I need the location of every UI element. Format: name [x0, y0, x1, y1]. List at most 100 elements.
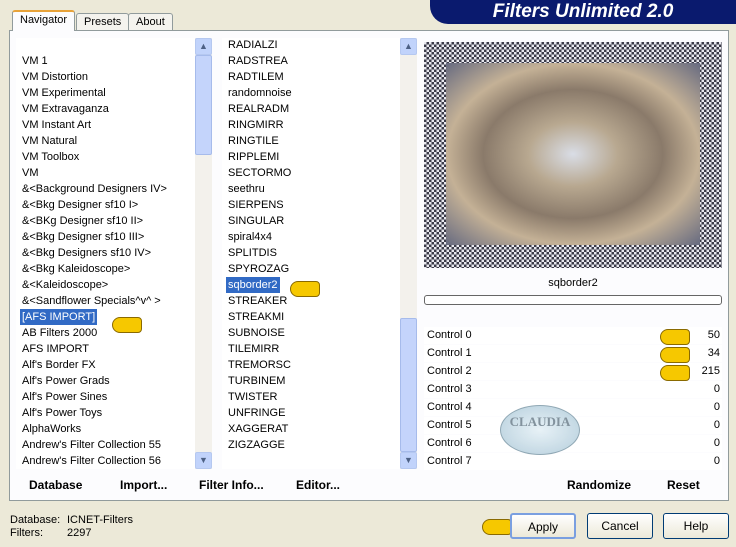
filters-count: 2297	[67, 527, 92, 539]
filter-item[interactable]: XAGGERAT	[228, 421, 288, 437]
category-item[interactable]: VM Toolbox	[22, 149, 79, 165]
watermark-logo: CLAUDIA	[500, 405, 580, 455]
category-item[interactable]: &<Bkg Kaleidoscope>	[22, 261, 130, 277]
randomize-button[interactable]: Randomize	[567, 478, 631, 492]
category-item[interactable]: Andrew's Filter Collection 56	[22, 453, 161, 469]
category-item[interactable]: VM Instant Art	[22, 117, 91, 133]
category-item[interactable]: &<Background Designers IV>	[22, 181, 167, 197]
control-value: 50	[707, 329, 720, 341]
filter-item[interactable]: RINGMIRR	[228, 117, 284, 133]
filter-item[interactable]: TILEMIRR	[228, 341, 279, 357]
tab-presets[interactable]: Presets	[76, 13, 130, 31]
control-value: 0	[713, 437, 720, 449]
control-slider-7[interactable]: Control 7 0	[424, 453, 722, 470]
filter-item[interactable]: ZIGZAGGE	[228, 437, 285, 453]
category-item[interactable]: VM Distortion	[22, 69, 88, 85]
scroll-thumb[interactable]	[400, 318, 417, 452]
filter-info-button[interactable]: Filter Info...	[199, 478, 264, 492]
filter-item[interactable]: sqborder2	[226, 277, 280, 293]
filter-item[interactable]: SPYROZAG	[228, 261, 289, 277]
tab-navigator[interactable]: Navigator	[12, 10, 76, 31]
control-value: 34	[707, 347, 720, 359]
scroll-down-icon[interactable]: ▼	[400, 452, 417, 469]
control-label: Control 2	[427, 365, 472, 377]
filter-item[interactable]: SECTORMO	[228, 165, 291, 181]
filter-item[interactable]: seethru	[228, 181, 265, 197]
category-item[interactable]: VM Experimental	[22, 85, 106, 101]
category-item[interactable]: Alf's Power Toys	[22, 405, 102, 421]
category-item[interactable]: &<Bkg Designer sf10 III>	[22, 229, 144, 245]
control-slider-4[interactable]: Control 4 0	[424, 399, 722, 416]
category-list[interactable]: VM 1 VM Distortion VM Experimental VM Extra…	[16, 38, 212, 469]
pointing-hand-icon	[482, 519, 512, 535]
pointing-hand-icon	[112, 317, 142, 333]
editor-button[interactable]: Editor...	[296, 478, 340, 492]
category-item[interactable]: &<Sandflower Specials^v^ >	[22, 293, 161, 309]
control-value: 0	[713, 419, 720, 431]
category-item[interactable]: VM 1	[22, 53, 48, 69]
category-item[interactable]: AlphaWorks	[22, 421, 81, 437]
category-item[interactable]: &<Kaleidoscope>	[22, 277, 108, 293]
filter-item[interactable]: SINGULAR	[228, 213, 284, 229]
category-item[interactable]: Andrew's Filter Collection 55	[22, 437, 161, 453]
category-item[interactable]: &<BKg Designer sf10 II>	[22, 213, 143, 229]
category-item[interactable]: &<Bkg Designers sf10 IV>	[22, 245, 151, 261]
scroll-thumb[interactable]	[195, 55, 212, 155]
filter-item[interactable]: TWISTER	[228, 389, 278, 405]
filter-item[interactable]: randomnoise	[228, 85, 292, 101]
filter-item[interactable]: RINGTILE	[228, 133, 279, 149]
filter-item[interactable]: RIPPLEMI	[228, 149, 279, 165]
import-button[interactable]: Import...	[120, 478, 167, 492]
category-item[interactable]: VM Natural	[22, 133, 77, 149]
scroll-down-icon[interactable]: ▼	[195, 452, 212, 469]
filter-item[interactable]: UNFRINGE	[228, 405, 285, 421]
category-item[interactable]: [AFS IMPORT]	[20, 309, 98, 325]
filter-item[interactable]: spiral4x4	[228, 229, 272, 245]
control-label: Control 7	[427, 455, 472, 467]
pointing-hand-icon	[660, 329, 690, 345]
filter-item[interactable]: STREAKMI	[228, 309, 284, 325]
scroll-up-icon[interactable]: ▲	[195, 38, 212, 55]
filter-scrollbar[interactable]: ▲ ▼	[400, 38, 417, 469]
filter-list[interactable]: RADIALZI RADSTREA RADTILEM randomnoise REALR…	[222, 38, 417, 469]
control-value: 0	[713, 383, 720, 395]
category-item[interactable]: Alf's Border FX	[22, 357, 96, 373]
help-button[interactable]: Help	[663, 513, 729, 539]
scroll-up-icon[interactable]: ▲	[400, 38, 417, 55]
category-item[interactable]: &<Bkg Designer sf10 I>	[22, 197, 138, 213]
preview-image	[446, 63, 700, 245]
database-label: Database:	[10, 514, 61, 526]
category-item[interactable]: Alf's Power Grads	[22, 373, 110, 389]
filter-item[interactable]: SPLITDIS	[228, 245, 277, 261]
database-button[interactable]: Database	[29, 478, 82, 492]
category-item[interactable]: Alf's Power Sines	[22, 389, 107, 405]
filter-item[interactable]: RADSTREA	[228, 53, 288, 69]
control-label: Control 5	[427, 419, 472, 431]
control-label: Control 0	[427, 329, 472, 341]
filter-item[interactable]: REALRADM	[228, 101, 289, 117]
category-item[interactable]: VM Extravaganza	[22, 101, 109, 117]
filter-item[interactable]: RADTILEM	[228, 69, 284, 85]
cancel-button[interactable]: Cancel	[587, 513, 653, 539]
control-label: Control 6	[427, 437, 472, 449]
filter-name-label: sqborder2	[548, 277, 598, 289]
control-label: Control 3	[427, 383, 472, 395]
filter-item[interactable]: TURBINEM	[228, 373, 285, 389]
title-banner: Filters Unlimited 2.0	[430, 0, 736, 24]
apply-button[interactable]: Apply	[510, 513, 576, 539]
control-label: Control 1	[427, 347, 472, 359]
category-item[interactable]: VM	[22, 165, 39, 181]
filter-item[interactable]: TREMORSC	[228, 357, 291, 373]
filter-item[interactable]: RADIALZI	[228, 38, 278, 53]
filter-item[interactable]: STREAKER	[228, 293, 287, 309]
category-item[interactable]: AFS IMPORT	[22, 341, 89, 357]
control-value: 215	[701, 365, 720, 377]
filter-item[interactable]: SUBNOISE	[228, 325, 285, 341]
control-slider-3[interactable]: Control 3 0	[424, 381, 722, 398]
reset-button[interactable]: Reset	[667, 478, 700, 492]
tab-about[interactable]: About	[128, 13, 173, 31]
category-item[interactable]: AB Filters 2000	[22, 325, 97, 341]
filter-item[interactable]: SIERPENS	[228, 197, 284, 213]
database-value: ICNET-Filters	[67, 514, 133, 526]
category-scrollbar[interactable]: ▲ ▼	[195, 38, 212, 469]
